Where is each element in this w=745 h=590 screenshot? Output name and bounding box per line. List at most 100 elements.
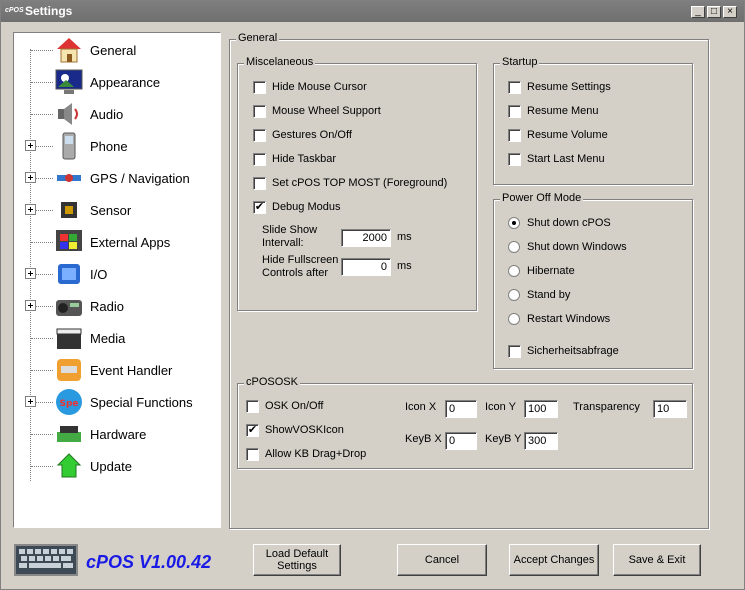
misc-checkbox[interactable] <box>253 177 266 190</box>
expand-icon[interactable] <box>25 204 36 215</box>
misc-label: Gestures On/Off <box>272 129 352 141</box>
tree-branch-line <box>31 114 53 115</box>
fullscreen-unit: ms <box>397 260 412 272</box>
power-option-radio[interactable] <box>508 289 520 301</box>
misc-checkbox[interactable]: ✔ <box>253 201 266 214</box>
tree-item-10[interactable]: Event Handler <box>14 355 214 385</box>
windows-icon <box>54 227 84 257</box>
title-bar[interactable]: cPOS Settings _ □ × <box>1 1 744 22</box>
power-off-legend: Power Off Mode <box>500 192 584 204</box>
osk-checkbox[interactable] <box>246 448 259 461</box>
startup-checkbox[interactable] <box>508 81 521 94</box>
power-option-radio[interactable] <box>508 313 520 325</box>
tree-item-label: Audio <box>90 107 124 122</box>
misc-checkbox[interactable] <box>253 81 266 94</box>
power-option-label: Stand by <box>527 289 571 301</box>
tree-branch-line <box>31 370 53 371</box>
misc-label: Mouse Wheel Support <box>272 105 381 117</box>
tree-item-label: Phone <box>90 139 128 154</box>
tree-item-5[interactable]: Sensor <box>14 195 214 225</box>
tree-branch-line <box>31 242 53 243</box>
tree-item-label: Sensor <box>90 203 132 218</box>
osk-legend: cPOSOSK <box>244 376 300 388</box>
power-option-label: Shut down Windows <box>527 241 627 253</box>
settings-tree[interactable]: General Appearance Audio Phone GPS / Navigat… <box>13 32 221 528</box>
icon-y-input[interactable]: 100 <box>524 400 558 418</box>
misc-label: Set cPOS TOP MOST (Foreground) <box>272 177 448 189</box>
tree-item-2[interactable]: Audio <box>14 99 214 129</box>
cancel-button[interactable]: Cancel <box>397 544 487 576</box>
misc-legend: Miscelaneous <box>244 56 316 68</box>
misc-checkbox[interactable] <box>253 105 266 118</box>
startup-checkbox[interactable] <box>508 105 521 118</box>
power-option-label: Hibernate <box>527 265 575 277</box>
misc-label: Hide Mouse Cursor <box>272 81 367 93</box>
osk-checkbox[interactable]: ✔ <box>246 424 259 437</box>
transparency-input[interactable]: 10 <box>653 400 687 418</box>
slideshow-label: Slide Show <box>262 224 318 236</box>
general-legend: General <box>236 32 280 44</box>
expand-icon[interactable] <box>25 300 36 311</box>
slideshow-interval-input[interactable]: 2000 <box>341 229 391 247</box>
tree-item-4[interactable]: GPS / Navigation <box>14 163 214 193</box>
tree-item-11[interactable]: Spe Special Functions <box>14 387 214 417</box>
tree-item-label: Media <box>90 331 126 346</box>
slideshow-unit: ms <box>397 231 412 243</box>
expand-icon[interactable] <box>25 172 36 183</box>
printer-icon <box>54 355 84 385</box>
fullscreen-delay-input[interactable]: 0 <box>341 258 391 276</box>
expand-icon[interactable] <box>25 140 36 151</box>
tree-item-7[interactable]: I/O <box>14 259 214 289</box>
load-default-settings-button[interactable]: Load Default Settings <box>253 544 341 576</box>
icon-x-input[interactable]: 0 <box>445 400 477 418</box>
misc-checkbox[interactable] <box>253 129 266 142</box>
minimize-button[interactable]: _ <box>691 6 705 18</box>
tree-item-label: GPS / Navigation <box>90 171 190 186</box>
tree-branch-line <box>31 82 53 83</box>
confirm-checkbox[interactable] <box>508 345 521 358</box>
save-exit-button[interactable]: Save & Exit <box>613 544 701 576</box>
tree-item-label: General <box>90 43 137 58</box>
phone-icon <box>54 131 84 161</box>
tree-item-label: I/O <box>90 267 108 282</box>
slideshow-label-2: Intervall: <box>262 237 304 249</box>
power-option-radio[interactable] <box>508 265 520 277</box>
power-option-label: Shut down cPOS <box>527 217 611 229</box>
osk-label: Allow KB Drag+Drop <box>265 448 367 460</box>
tree-item-1[interactable]: Appearance <box>14 67 214 97</box>
tree-item-6[interactable]: External Apps <box>14 227 214 257</box>
tree-item-0[interactable]: General <box>14 35 214 65</box>
startup-legend: Startup <box>500 56 540 68</box>
power-option-radio[interactable] <box>508 241 520 253</box>
tree-item-12[interactable]: Hardware <box>14 419 214 449</box>
app-icon: cPOS <box>5 7 24 14</box>
keyb-x-input[interactable]: 0 <box>445 432 477 450</box>
close-button[interactable]: × <box>723 6 737 18</box>
tree-item-13[interactable]: Update <box>14 451 214 481</box>
keyb-y-input[interactable]: 300 <box>524 432 558 450</box>
expand-icon[interactable] <box>25 268 36 279</box>
tree-branch-line <box>31 50 53 51</box>
osk-checkbox[interactable] <box>246 400 259 413</box>
startup-checkbox[interactable] <box>508 129 521 142</box>
keyb-y-label: KeyB Y <box>485 433 522 445</box>
tree-item-8[interactable]: Radio <box>14 291 214 321</box>
load-default-label: Load Default Settings <box>266 548 328 572</box>
version-label: cPOS V1.00.42 <box>86 552 212 572</box>
tree-item-label: Special Functions <box>90 395 193 410</box>
startup-checkbox[interactable] <box>508 153 521 166</box>
tree-item-9[interactable]: Media <box>14 323 214 353</box>
startup-label: Resume Volume <box>527 129 608 141</box>
accept-changes-button[interactable]: Accept Changes <box>509 544 599 576</box>
radio-icon <box>54 291 84 321</box>
misc-checkbox[interactable] <box>253 153 266 166</box>
icon-y-label: Icon Y <box>485 401 516 413</box>
power-option-label: Restart Windows <box>527 313 611 325</box>
power-option-radio[interactable] <box>508 217 520 229</box>
special-icon: Spe <box>54 387 84 417</box>
window-title: Settings <box>25 4 73 18</box>
tree-item-3[interactable]: Phone <box>14 131 214 161</box>
startup-label: Start Last Menu <box>527 153 605 165</box>
maximize-button[interactable]: □ <box>707 6 721 18</box>
expand-icon[interactable] <box>25 396 36 407</box>
